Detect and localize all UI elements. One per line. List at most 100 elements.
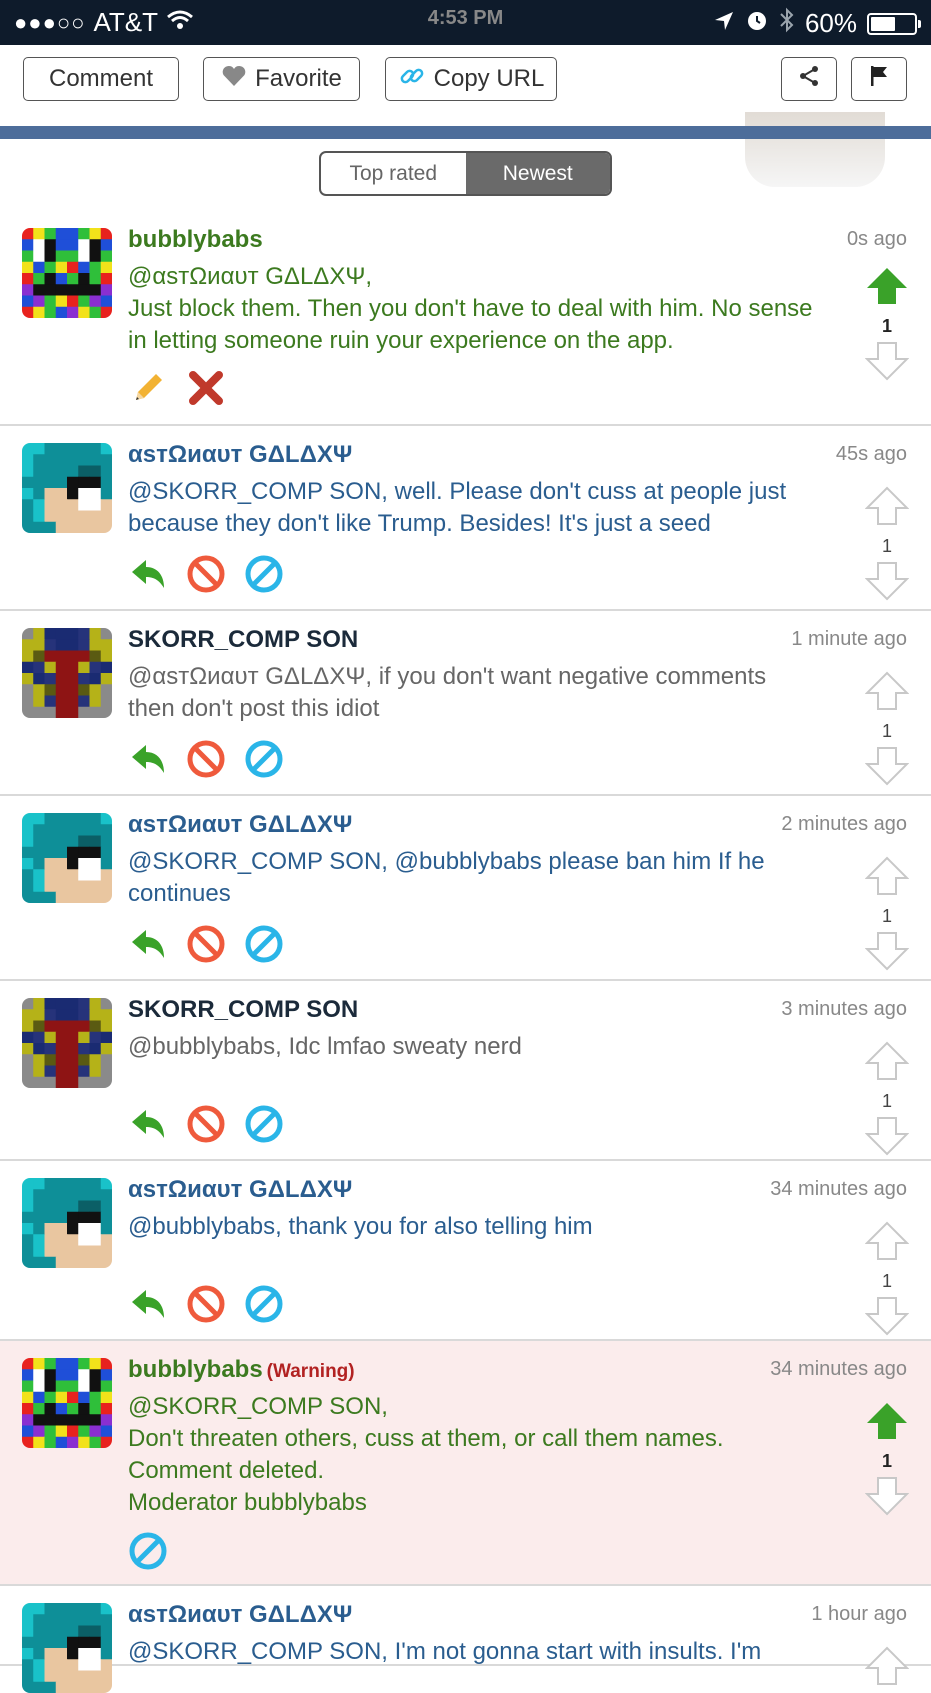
flag-button[interactable] bbox=[851, 57, 907, 101]
avatar[interactable] bbox=[22, 998, 112, 1088]
comment-line: @αѕтΩиαυт GΔLΔXΨ, if you don't want nega… bbox=[128, 663, 767, 722]
ban-button[interactable] bbox=[244, 1104, 284, 1144]
avatar[interactable] bbox=[22, 228, 112, 318]
favorite-button[interactable]: Favorite bbox=[203, 57, 360, 101]
vote-count: 1 bbox=[881, 906, 892, 926]
comment-item: αѕтΩиαυт GΔLΔXΨ 2 minutes ago @SKORR_COMP … bbox=[0, 796, 931, 981]
tab-newest[interactable]: Newest bbox=[465, 153, 610, 194]
avatar[interactable] bbox=[22, 1358, 112, 1448]
comment-username[interactable]: αѕтΩиαυт GΔLΔXΨ bbox=[128, 1176, 352, 1204]
block-button[interactable] bbox=[186, 924, 226, 964]
comment-username[interactable]: αѕтΩиαυт GΔLΔXΨ bbox=[128, 441, 352, 469]
downvote-arrow-icon bbox=[864, 1297, 910, 1340]
comment-username[interactable]: αѕтΩиαυт GΔLΔXΨ bbox=[128, 811, 352, 839]
upvote-arrow-icon bbox=[864, 671, 910, 715]
comment-username[interactable]: SKORR_COMP SON bbox=[128, 996, 358, 1024]
comment-line: @SKORR_COMP SON, well. Please don't cuss… bbox=[128, 478, 787, 537]
comment-body: @bubblybabs, thank you for also telling … bbox=[128, 1211, 818, 1243]
comment-item: SKORR_COMP SON 3 minutes ago @bubblybabs, … bbox=[0, 981, 931, 1161]
upvote-button[interactable] bbox=[865, 1401, 909, 1446]
alarm-icon bbox=[745, 8, 769, 39]
upvote-button[interactable] bbox=[864, 1646, 910, 1691]
block-icon bbox=[186, 1284, 226, 1324]
ban-button[interactable] bbox=[244, 924, 284, 964]
favorite-button-label: Favorite bbox=[255, 65, 342, 92]
upvote-button[interactable] bbox=[864, 671, 910, 716]
comment-item: αѕтΩиαυт GΔLΔXΨ 1 hour ago @SKORR_COMP SON… bbox=[0, 1586, 931, 1693]
downvote-arrow-icon bbox=[864, 932, 910, 975]
ban-button[interactable] bbox=[244, 1284, 284, 1324]
delete-button[interactable] bbox=[186, 368, 226, 408]
comment-item: αѕтΩиαυт GΔLΔXΨ 45s ago @SKORR_COMP SON, w… bbox=[0, 426, 931, 611]
upvote-button[interactable] bbox=[864, 1041, 910, 1086]
block-button[interactable] bbox=[186, 554, 226, 594]
battery-icon bbox=[867, 12, 921, 35]
comment-actions bbox=[128, 1284, 284, 1324]
upvote-button[interactable] bbox=[864, 856, 910, 901]
comment-username[interactable]: SKORR_COMP SON bbox=[128, 626, 358, 654]
comment-timestamp: 0s ago bbox=[846, 228, 907, 250]
comment-timestamp: 45s ago bbox=[835, 443, 907, 465]
avatar[interactable] bbox=[22, 1178, 112, 1268]
reply-button[interactable] bbox=[128, 1284, 168, 1324]
edit-button[interactable] bbox=[128, 368, 168, 408]
ban-icon bbox=[244, 554, 284, 594]
downvote-button[interactable] bbox=[864, 1476, 910, 1521]
comment-item: SKORR_COMP SON 1 minute ago @αѕтΩиαυт GΔLΔ… bbox=[0, 611, 931, 796]
block-button[interactable] bbox=[186, 1104, 226, 1144]
vote-widget: 1 bbox=[864, 486, 910, 606]
downvote-arrow-icon bbox=[864, 1477, 910, 1520]
avatar[interactable] bbox=[22, 813, 112, 903]
reply-button[interactable] bbox=[128, 924, 168, 964]
username-text: αѕтΩиαυт GΔLΔXΨ bbox=[128, 441, 353, 468]
delete-icon bbox=[186, 368, 226, 408]
comment-body: @SKORR_COMP SON, Don't threaten others, c… bbox=[128, 1391, 818, 1519]
comment-username[interactable]: bubblybabs (Warning) bbox=[128, 1356, 355, 1384]
comment-timestamp: 2 minutes ago bbox=[781, 813, 907, 835]
reply-icon bbox=[128, 1284, 168, 1324]
upvote-button[interactable] bbox=[865, 266, 909, 311]
ban-button[interactable] bbox=[244, 739, 284, 779]
share-button[interactable] bbox=[781, 57, 837, 101]
upvote-button[interactable] bbox=[864, 486, 910, 531]
downvote-button[interactable] bbox=[864, 1116, 910, 1161]
comment-actions bbox=[128, 554, 284, 594]
reply-button[interactable] bbox=[128, 739, 168, 779]
reply-button[interactable] bbox=[128, 554, 168, 594]
downvote-button[interactable] bbox=[864, 1296, 910, 1341]
tab-top-rated[interactable]: Top rated bbox=[321, 153, 466, 194]
downvote-button[interactable] bbox=[864, 746, 910, 791]
ban-icon bbox=[244, 1104, 284, 1144]
upvote-arrow-icon bbox=[864, 856, 910, 900]
battery-level bbox=[871, 16, 896, 31]
block-icon bbox=[186, 1104, 226, 1144]
comment-username[interactable]: αѕтΩиαυт GΔLΔXΨ bbox=[128, 1601, 352, 1629]
vote-count: 1 bbox=[881, 721, 892, 741]
comment-actions bbox=[128, 1104, 284, 1144]
upvote-arrow-icon bbox=[864, 1041, 910, 1085]
copy-url-button[interactable]: Copy URL bbox=[385, 57, 557, 101]
downvote-arrow-icon bbox=[864, 562, 910, 605]
upvote-button[interactable] bbox=[864, 1221, 910, 1266]
block-button[interactable] bbox=[186, 1284, 226, 1324]
downvote-button[interactable] bbox=[864, 561, 910, 606]
ban-button[interactable] bbox=[128, 1531, 168, 1571]
downvote-button[interactable] bbox=[864, 341, 910, 386]
comment-username[interactable]: bubblybabs bbox=[128, 226, 263, 254]
block-icon bbox=[186, 739, 226, 779]
ban-button[interactable] bbox=[244, 554, 284, 594]
avatar[interactable] bbox=[22, 628, 112, 718]
downvote-button[interactable] bbox=[864, 931, 910, 976]
location-arrow-icon bbox=[713, 8, 735, 39]
comment-actions bbox=[128, 924, 284, 964]
bluetooth-icon bbox=[779, 7, 795, 40]
vote-widget: 1 bbox=[864, 671, 910, 791]
avatar[interactable] bbox=[22, 443, 112, 533]
avatar[interactable] bbox=[22, 1603, 112, 1693]
reply-icon bbox=[128, 1104, 168, 1144]
comment-button[interactable]: Comment bbox=[23, 57, 179, 101]
vote-count: 1 bbox=[881, 1451, 892, 1471]
share-icon bbox=[797, 64, 821, 95]
block-button[interactable] bbox=[186, 739, 226, 779]
reply-button[interactable] bbox=[128, 1104, 168, 1144]
